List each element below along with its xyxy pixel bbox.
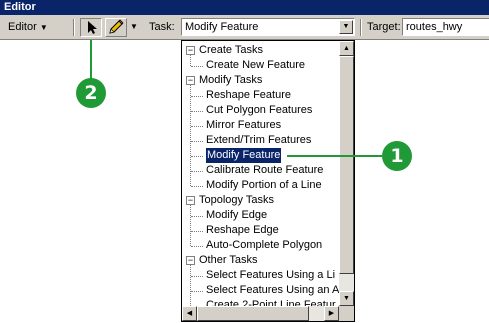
callout-1-badge: 1 — [382, 141, 412, 171]
callout-2-badge: 2 — [76, 78, 106, 108]
callout-leader-lines — [90, 40, 382, 157]
